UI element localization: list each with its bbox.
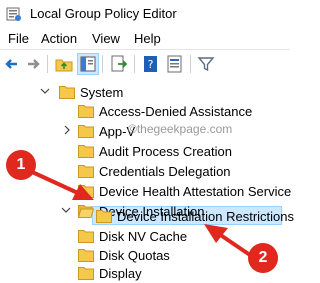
tree-item-access-denied-assistance[interactable]: Access-Denied Assistance <box>99 101 252 121</box>
up-folder-icon[interactable] <box>54 54 74 74</box>
watermark: ©thegeekpage.com <box>128 122 233 136</box>
tree-item-label: Display <box>99 265 142 281</box>
export-list-icon[interactable] <box>109 54 129 74</box>
menu-action[interactable]: Action <box>39 30 79 47</box>
tree-item-device-health-attestation-service[interactable]: Device Health Attestation Service <box>99 181 291 201</box>
show-hide-tree-icon[interactable] <box>77 53 99 75</box>
svg-text:?: ? <box>148 58 154 71</box>
tree-item-label: Credentials Delegation <box>99 163 231 179</box>
folder-icon <box>78 230 94 243</box>
properties-icon[interactable] <box>165 54 185 74</box>
folder-icon <box>59 86 75 99</box>
toolbar-separator <box>47 55 48 73</box>
filter-icon[interactable] <box>196 54 216 74</box>
folder-open-icon <box>78 205 94 218</box>
chevron-down-icon[interactable] <box>61 205 71 215</box>
tree-item-label: Disk NV Cache <box>99 228 188 244</box>
window-title: Local Group Policy Editor <box>30 6 177 21</box>
tree-item-label: Access-Denied Assistance <box>99 103 253 119</box>
toolbar-separator <box>134 55 135 73</box>
tree-item-credentials-delegation[interactable]: Credentials Delegation <box>99 161 231 181</box>
chevron-down-icon[interactable] <box>40 86 50 96</box>
step-1-badge: 1 <box>6 150 36 180</box>
tree-item-disk-quotas[interactable]: Disk Quotas <box>99 245 170 265</box>
tree-item-device-installation-restrictions[interactable]: Device Installation Restrictions <box>117 206 294 226</box>
tree-item-label: System <box>80 84 124 100</box>
tree-item-audit-process-creation[interactable]: Audit Process Creation <box>99 141 232 161</box>
toolbar-separator <box>102 55 103 73</box>
menu-bar: File Action View Help <box>0 28 290 49</box>
help-icon[interactable]: ? <box>141 54 161 74</box>
title-bar: Local Group Policy Editor <box>0 0 290 28</box>
folder-icon <box>96 210 112 223</box>
back-icon[interactable] <box>2 54 22 74</box>
chevron-right-icon[interactable] <box>62 125 72 135</box>
tree-item-label: Device Health Attestation Service <box>99 183 292 199</box>
folder-icon <box>78 165 94 178</box>
folder-icon <box>78 249 94 262</box>
menu-view[interactable]: View <box>90 30 122 47</box>
tree-item-system[interactable]: System <box>80 82 123 102</box>
group-policy-icon <box>6 7 21 21</box>
folder-icon <box>78 105 94 118</box>
folder-icon <box>78 125 94 138</box>
tree-item-display[interactable]: Display <box>99 263 142 283</box>
toolbar-separator <box>190 55 191 73</box>
tree-item-label: Device Installation Restrictions <box>117 208 295 224</box>
step-2-badge: 2 <box>248 243 278 273</box>
tree-item-disk-nv-cache[interactable]: Disk NV Cache <box>99 226 187 246</box>
forward-icon[interactable] <box>23 54 43 74</box>
menu-file[interactable]: File <box>6 30 31 47</box>
tree-item-label: Disk Quotas <box>99 247 170 263</box>
toolbar: ? <box>0 49 290 78</box>
tree-item-label: Audit Process Creation <box>99 143 232 159</box>
folder-icon <box>78 185 94 198</box>
folder-icon <box>78 145 94 158</box>
menu-help[interactable]: Help <box>132 30 163 47</box>
